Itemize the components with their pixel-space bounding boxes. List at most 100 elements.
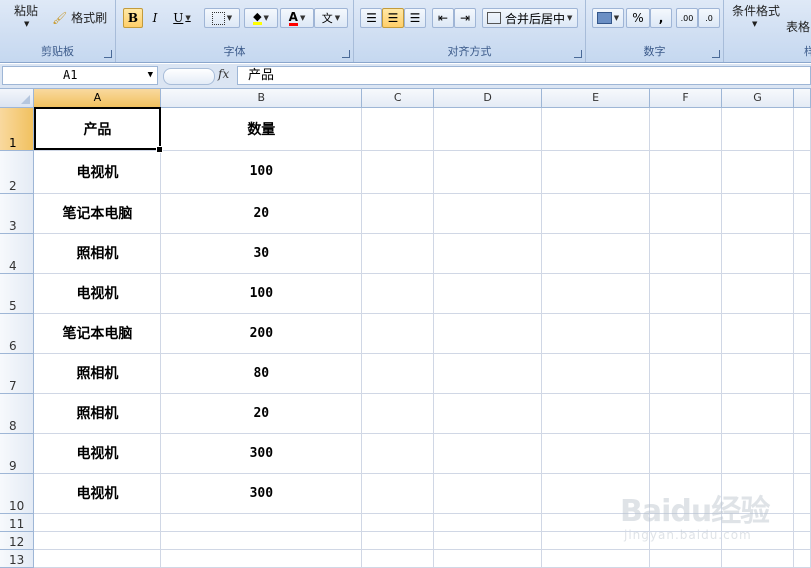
- cell[interactable]: [793, 107, 811, 151]
- cell[interactable]: [361, 531, 435, 550]
- cell-a5[interactable]: 电视机: [33, 273, 162, 314]
- cell[interactable]: [721, 531, 794, 550]
- cell[interactable]: [649, 531, 722, 550]
- row-header[interactable]: 6: [0, 313, 35, 354]
- align-left-button[interactable]: ☰: [360, 8, 382, 28]
- cell[interactable]: [793, 150, 811, 194]
- cell-a10[interactable]: 电视机: [33, 473, 162, 514]
- cell[interactable]: [793, 473, 811, 514]
- cell[interactable]: [721, 107, 794, 151]
- decrease-decimal-button[interactable]: .0: [698, 8, 720, 28]
- cell[interactable]: [721, 473, 794, 514]
- row-header[interactable]: 10: [0, 473, 35, 514]
- cell[interactable]: [541, 353, 651, 394]
- cell-b3[interactable]: 20: [160, 193, 363, 234]
- cell[interactable]: [649, 353, 722, 394]
- cell[interactable]: [793, 549, 811, 568]
- row-header[interactable]: 4: [0, 233, 35, 274]
- cell[interactable]: [433, 531, 543, 550]
- cell[interactable]: [793, 433, 811, 474]
- cell[interactable]: [649, 273, 722, 314]
- cell-a9[interactable]: 电视机: [33, 433, 162, 474]
- cell[interactable]: [541, 531, 651, 550]
- cell[interactable]: [433, 313, 543, 354]
- formula-input[interactable]: 产品: [237, 66, 811, 85]
- formula-bar-resize-handle[interactable]: [163, 68, 215, 85]
- cell[interactable]: [793, 513, 811, 532]
- align-right-button[interactable]: ☰: [404, 8, 426, 28]
- insert-function-icon[interactable]: fx: [218, 67, 229, 81]
- cell[interactable]: [541, 150, 651, 194]
- column-header-f[interactable]: F: [649, 89, 722, 108]
- increase-decimal-button[interactable]: .00: [676, 8, 698, 28]
- row-header[interactable]: 9: [0, 433, 35, 474]
- row-header[interactable]: 1: [0, 107, 35, 151]
- cell[interactable]: [433, 233, 543, 274]
- cell[interactable]: [160, 513, 363, 532]
- cell[interactable]: [433, 393, 543, 434]
- row-header[interactable]: 3: [0, 193, 35, 234]
- cell[interactable]: [361, 313, 435, 354]
- merge-center-button[interactable]: 合并后居中 ▼: [482, 8, 578, 28]
- cell-a6[interactable]: 笔记本电脑: [33, 313, 162, 354]
- cell[interactable]: [433, 549, 543, 568]
- cell[interactable]: [649, 473, 722, 514]
- cell[interactable]: [541, 513, 651, 532]
- cell[interactable]: [649, 393, 722, 434]
- clipboard-launcher-icon[interactable]: [104, 50, 112, 58]
- percent-button[interactable]: %: [626, 8, 650, 28]
- format-painter-button[interactable]: 🖌 格式刷: [52, 9, 107, 26]
- align-center-button[interactable]: ☰: [382, 8, 404, 28]
- column-header-a[interactable]: A: [33, 89, 162, 108]
- cell[interactable]: [721, 193, 794, 234]
- cell[interactable]: [541, 273, 651, 314]
- cell-b1[interactable]: 数量: [160, 107, 363, 151]
- row-header[interactable]: 8: [0, 393, 35, 434]
- paste-dropdown-icon[interactable]: ▼: [24, 20, 29, 28]
- select-all-corner[interactable]: [0, 89, 35, 108]
- cell[interactable]: [721, 549, 794, 568]
- cell[interactable]: [721, 150, 794, 194]
- cell[interactable]: [793, 353, 811, 394]
- paste-button[interactable]: 粘贴: [14, 2, 38, 19]
- underline-button[interactable]: U ▼: [167, 8, 197, 28]
- cell[interactable]: [649, 433, 722, 474]
- cell[interactable]: [649, 549, 722, 568]
- cell[interactable]: [361, 107, 435, 151]
- cell-b2[interactable]: 100: [160, 150, 363, 194]
- cell[interactable]: [160, 531, 363, 550]
- table-format-button[interactable]: 表格: [786, 18, 810, 35]
- cell-a3[interactable]: 笔记本电脑: [33, 193, 162, 234]
- cell[interactable]: [361, 193, 435, 234]
- accounting-format-button[interactable]: ▼: [592, 8, 624, 28]
- cell[interactable]: [361, 393, 435, 434]
- cell[interactable]: [541, 193, 651, 234]
- row-header[interactable]: 5: [0, 273, 35, 314]
- decrease-indent-button[interactable]: ⇤: [432, 8, 454, 28]
- cell[interactable]: [649, 313, 722, 354]
- cell-b10[interactable]: 300: [160, 473, 363, 514]
- column-header-e[interactable]: E: [541, 89, 651, 108]
- cell-b9[interactable]: 300: [160, 433, 363, 474]
- alignment-launcher-icon[interactable]: [574, 50, 582, 58]
- cell-a1[interactable]: 产品: [33, 107, 163, 152]
- cell[interactable]: [361, 150, 435, 194]
- row-header[interactable]: 11: [0, 513, 35, 532]
- cell[interactable]: [433, 107, 543, 151]
- cell[interactable]: [649, 233, 722, 274]
- cell[interactable]: [33, 549, 162, 568]
- cell[interactable]: [721, 513, 794, 532]
- cell[interactable]: [793, 531, 811, 550]
- cell-b4[interactable]: 30: [160, 233, 363, 274]
- cell[interactable]: [541, 107, 651, 151]
- cell[interactable]: [721, 393, 794, 434]
- column-header-d[interactable]: D: [433, 89, 543, 108]
- cell[interactable]: [541, 549, 651, 568]
- row-header[interactable]: 12: [0, 531, 35, 550]
- cell[interactable]: [721, 273, 794, 314]
- cell[interactable]: [361, 353, 435, 394]
- cell[interactable]: [33, 513, 162, 532]
- font-launcher-icon[interactable]: [342, 50, 350, 58]
- column-header-b[interactable]: B: [160, 89, 363, 108]
- borders-button[interactable]: ▼: [204, 8, 240, 28]
